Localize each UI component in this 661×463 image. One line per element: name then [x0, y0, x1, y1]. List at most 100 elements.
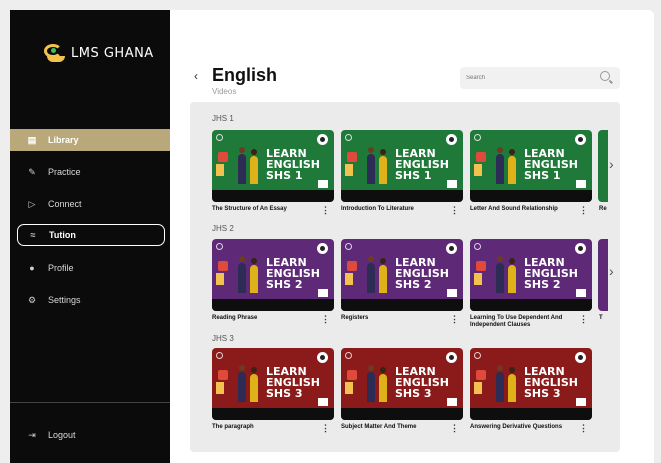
video-thumbnail[interactable]: LEARN ENGLISH SHS 1 — [470, 130, 592, 202]
thumbnail-title: LEARN ENGLISH SHS 1 — [395, 147, 449, 182]
more-options-icon[interactable]: ⋮ — [450, 314, 459, 325]
sidebar-item-label: Tution — [49, 230, 76, 240]
search-icon[interactable] — [600, 71, 610, 81]
more-options-icon[interactable]: ⋮ — [579, 205, 588, 216]
play-icon: ▷ — [28, 198, 36, 209]
search-bar[interactable] — [460, 67, 620, 89]
sidebar-item-label: Practice — [48, 167, 81, 177]
gear-icon: ⚙ — [27, 294, 37, 305]
video-title[interactable]: Registers — [341, 315, 449, 322]
video-thumbnail[interactable]: LEARN ENGLISH SHS 3 — [212, 348, 334, 420]
page-subtitle: Videos — [212, 87, 237, 96]
sidebar-item-tution[interactable]: ≈ Tution — [17, 224, 165, 246]
more-options-icon[interactable]: ⋮ — [321, 314, 330, 325]
book-icon: ▤ — [27, 134, 37, 145]
person-icon: ● — [29, 263, 35, 273]
sidebar-item-connect[interactable]: ▷ Connect — [10, 193, 170, 215]
chevron-right-icon[interactable]: › — [609, 263, 614, 279]
thumbnail-title: LEARN ENGLISH SHS 1 — [524, 147, 578, 182]
badge-icon — [446, 134, 457, 145]
video-card[interactable]: LEARN ENGLISH SHS 3 Subject Matter And The… — [341, 348, 463, 433]
video-title[interactable]: Letter And Sound Relationship — [470, 206, 578, 213]
sidebar-item-practice[interactable]: ✎ Practice — [10, 161, 170, 183]
thumbnail-title: LEARN ENGLISH SHS 3 — [395, 365, 449, 400]
video-thumbnail[interactable]: LEARN ENGLISH SHS 2 — [212, 239, 334, 311]
logo-text: LMS GHANA — [71, 45, 154, 61]
logout-icon: ⇥ — [28, 429, 36, 440]
section-label-jhs3: JHS 3 — [212, 334, 234, 343]
more-options-icon[interactable]: ⋮ — [579, 314, 588, 325]
video-card[interactable]: LEARN ENGLISH SHS 3 Answering Derivative Q… — [470, 348, 592, 433]
video-card[interactable]: LEARN ENGLISH SHS 1 The Structure of An Es… — [212, 130, 334, 215]
sidebar: LMS GHANA ▤ Library ✎ Practice ▷ Connect… — [10, 10, 170, 463]
badge-icon — [575, 352, 586, 363]
video-card[interactable]: LEARN ENGLISH SHS 3 The paragraph ⋮ — [212, 348, 334, 433]
sidebar-item-profile[interactable]: ● Profile — [10, 257, 170, 279]
more-options-icon[interactable]: ⋮ — [321, 423, 330, 434]
video-row-jhs3: LEARN ENGLISH SHS 3 The paragraph ⋮ LEARN E… — [212, 348, 620, 448]
sidebar-item-label: Settings — [48, 295, 81, 305]
video-card[interactable]: LEARN ENGLISH SHS 2 Reading Phrase ⋮ — [212, 239, 334, 324]
badge-icon — [317, 352, 328, 363]
video-title[interactable]: Answering Derivative Questions — [470, 424, 578, 431]
app-logo[interactable]: LMS GHANA — [44, 44, 154, 62]
badge-icon — [575, 243, 586, 254]
video-title[interactable]: Subject Matter And Theme — [341, 424, 449, 431]
chevron-right-icon[interactable]: › — [609, 156, 614, 172]
pencil-icon: ✎ — [28, 166, 36, 177]
video-card[interactable]: LEARN ENGLISH SHS 2 Learning To Use Depend… — [470, 239, 592, 328]
section-label-jhs2: JHS 2 — [212, 224, 234, 233]
badge-icon — [446, 352, 457, 363]
video-row-jhs2: LEARN ENGLISH SHS 2 Reading Phrase ⋮ LEARN… — [212, 239, 620, 339]
badge-icon — [446, 243, 457, 254]
more-options-icon[interactable]: ⋮ — [579, 423, 588, 434]
sidebar-item-label: Profile — [48, 263, 74, 273]
video-title-partial: Re — [599, 206, 607, 212]
video-thumbnail[interactable]: LEARN ENGLISH SHS 3 — [470, 348, 592, 420]
page-title: English — [212, 65, 278, 85]
video-card[interactable]: LEARN ENGLISH SHS 2 Registers ⋮ — [341, 239, 463, 324]
video-library: JHS 1 LEARN ENGLISH SHS 1 The Structure of… — [190, 102, 620, 452]
thumbnail-title: LEARN ENGLISH SHS 3 — [266, 365, 320, 400]
main-panel: ‹ English Videos JHS 1 LEARNENGLISHSHS 1… — [170, 10, 654, 463]
logout-button[interactable]: ⇥ Logout — [10, 424, 170, 446]
video-thumbnail[interactable]: LEARN ENGLISH SHS 1 — [212, 130, 334, 202]
more-options-icon[interactable]: ⋮ — [450, 205, 459, 216]
chevron-left-icon[interactable]: ‹ — [194, 69, 198, 83]
wifi-icon: ≈ — [30, 230, 36, 240]
video-thumbnail[interactable]: LEARN ENGLISH SHS 2 — [470, 239, 592, 311]
video-card-partial[interactable] — [598, 130, 608, 202]
video-thumbnail[interactable]: LEARN ENGLISH SHS 3 — [341, 348, 463, 420]
thumbnail-title: LEARN ENGLISH SHS 2 — [266, 256, 320, 291]
video-card[interactable]: LEARN ENGLISH SHS 1 Letter And Sound Relat… — [470, 130, 592, 215]
video-card-partial[interactable] — [598, 239, 608, 311]
badge-icon — [317, 134, 328, 145]
sidebar-item-library[interactable]: ▤ Library — [10, 129, 170, 151]
video-title-partial: T — [599, 315, 603, 321]
thumbnail-title: LEARN ENGLISH SHS 2 — [524, 256, 578, 291]
video-title[interactable]: Learning To Use Dependent And Independen… — [470, 315, 578, 329]
section-label-jhs1: JHS 1 — [212, 114, 234, 123]
search-input[interactable] — [466, 71, 591, 85]
video-thumbnail[interactable]: LEARN ENGLISH SHS 2 — [341, 239, 463, 311]
badge-icon — [575, 134, 586, 145]
more-options-icon[interactable]: ⋮ — [450, 423, 459, 434]
video-title[interactable]: Introduction To Literature — [341, 206, 449, 213]
thumbnail-title: LEARN ENGLISH SHS 3 — [524, 365, 578, 400]
thumbnail-title: LEARN ENGLISH SHS 1 — [266, 147, 320, 182]
video-title[interactable]: The Structure of An Essay — [212, 206, 320, 213]
video-card[interactable]: LEARN ENGLISH SHS 1 Introduction To Litera… — [341, 130, 463, 215]
video-title[interactable]: The paragraph — [212, 424, 320, 431]
video-thumbnail[interactable]: LEARN ENGLISH SHS 1 — [341, 130, 463, 202]
sidebar-divider — [10, 402, 170, 403]
video-title[interactable]: Reading Phrase — [212, 315, 320, 322]
sidebar-item-settings[interactable]: ⚙ Settings — [10, 289, 170, 311]
video-row-jhs1: LEARN ENGLISH SHS 1 The Structure of An Es… — [212, 130, 620, 230]
sidebar-item-label: Connect — [48, 199, 82, 209]
badge-icon — [317, 243, 328, 254]
sidebar-item-label: Library — [48, 135, 79, 145]
thumbnail-title: LEARN ENGLISH SHS 2 — [395, 256, 449, 291]
more-options-icon[interactable]: ⋮ — [321, 205, 330, 216]
logo-icon — [44, 44, 66, 62]
logout-label: Logout — [48, 430, 76, 440]
